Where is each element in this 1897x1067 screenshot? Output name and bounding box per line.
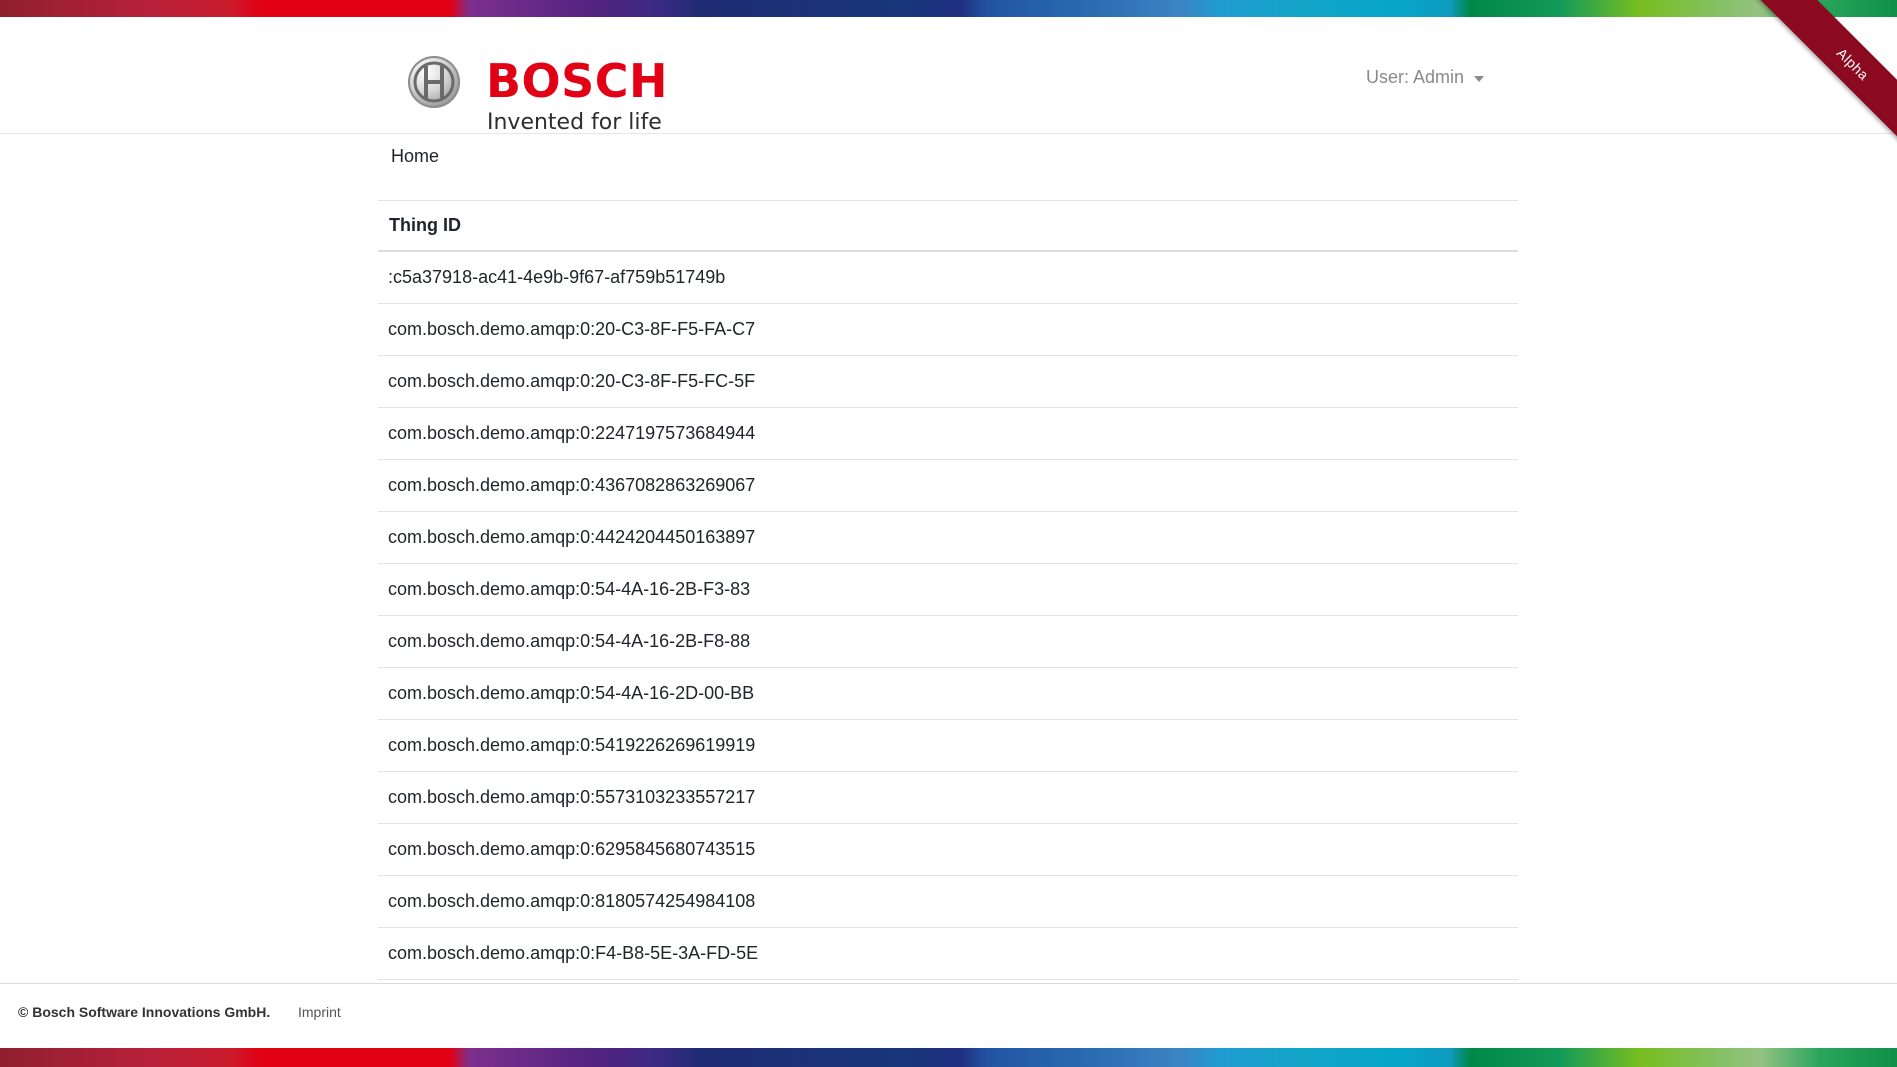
chevron-down-icon — [1474, 75, 1485, 82]
footer: © Bosch Software Innovations GmbH. Impri… — [0, 983, 1897, 1048]
table-row[interactable]: com.bosch.demo.amqp:0:4367082863269067 — [378, 460, 1518, 512]
page: Alpha BOSCH Invented for life User: Admi… — [0, 0, 1897, 1067]
table-row[interactable]: com.bosch.demo.amqp:0:54-4A-16-2B-F3-83 — [378, 564, 1518, 616]
table-row[interactable]: :c5a37918-ac41-4e9b-9f67-af759b51749b — [378, 252, 1518, 304]
user-menu-label: User: Admin — [1366, 67, 1465, 87]
bosch-armature-icon — [408, 56, 460, 108]
table-row[interactable]: com.bosch.demo.amqp:0:6295845680743515 — [378, 824, 1518, 876]
imprint-link[interactable]: Imprint — [298, 1004, 341, 1020]
user-menu-dropdown[interactable]: User: Admin — [1366, 67, 1485, 88]
table-row[interactable]: com.bosch.demo.amqp:0:F4-B8-5E-3A-FD-5E — [378, 928, 1518, 980]
table-row[interactable]: com.bosch.demo.amqp:0:5419226269619919 — [378, 720, 1518, 772]
alpha-ribbon-label: Alpha — [1833, 44, 1873, 84]
breadcrumb: Home — [391, 146, 439, 167]
top-supergraphic-bar — [0, 0, 1897, 17]
brand-tagline: Invented for life — [487, 110, 662, 135]
breadcrumb-home-link[interactable]: Home — [391, 146, 439, 166]
table-row[interactable]: com.bosch.demo.amqp:0:5573103233557217 — [378, 772, 1518, 824]
table-row[interactable]: com.bosch.demo.amqp:0:54-4A-16-2B-F8-88 — [378, 616, 1518, 668]
column-header-thing-id: Thing ID — [378, 200, 1518, 252]
alpha-ribbon-container: Alpha — [1717, 0, 1897, 180]
copyright-text: © Bosch Software Innovations GmbH. — [18, 1004, 271, 1020]
table-row[interactable]: com.bosch.demo.amqp:0:54-4A-16-2D-00-BB — [378, 668, 1518, 720]
table-row[interactable]: com.bosch.demo.amqp:0:20-C3-8F-F5-FC-5F — [378, 356, 1518, 408]
brand-logo-link[interactable]: BOSCH Invented for life — [408, 37, 669, 135]
table-row[interactable]: com.bosch.demo.amqp:0:4424204450163897 — [378, 512, 1518, 564]
table-row[interactable]: com.bosch.demo.amqp:0:2247197573684944 — [378, 408, 1518, 460]
table-row[interactable]: com.bosch.demo.amqp:0:8180574254984108 — [378, 876, 1518, 928]
bottom-supergraphic-bar — [0, 1048, 1897, 1067]
brand-name: BOSCH — [486, 54, 669, 108]
things-table: Thing ID :c5a37918-ac41-4e9b-9f67-af759b… — [378, 200, 1518, 980]
alpha-ribbon: Alpha — [1732, 0, 1897, 180]
header: BOSCH Invented for life User: Admin — [0, 17, 1897, 135]
table-row[interactable]: com.bosch.demo.amqp:0:20-C3-8F-F5-FA-C7 — [378, 304, 1518, 356]
